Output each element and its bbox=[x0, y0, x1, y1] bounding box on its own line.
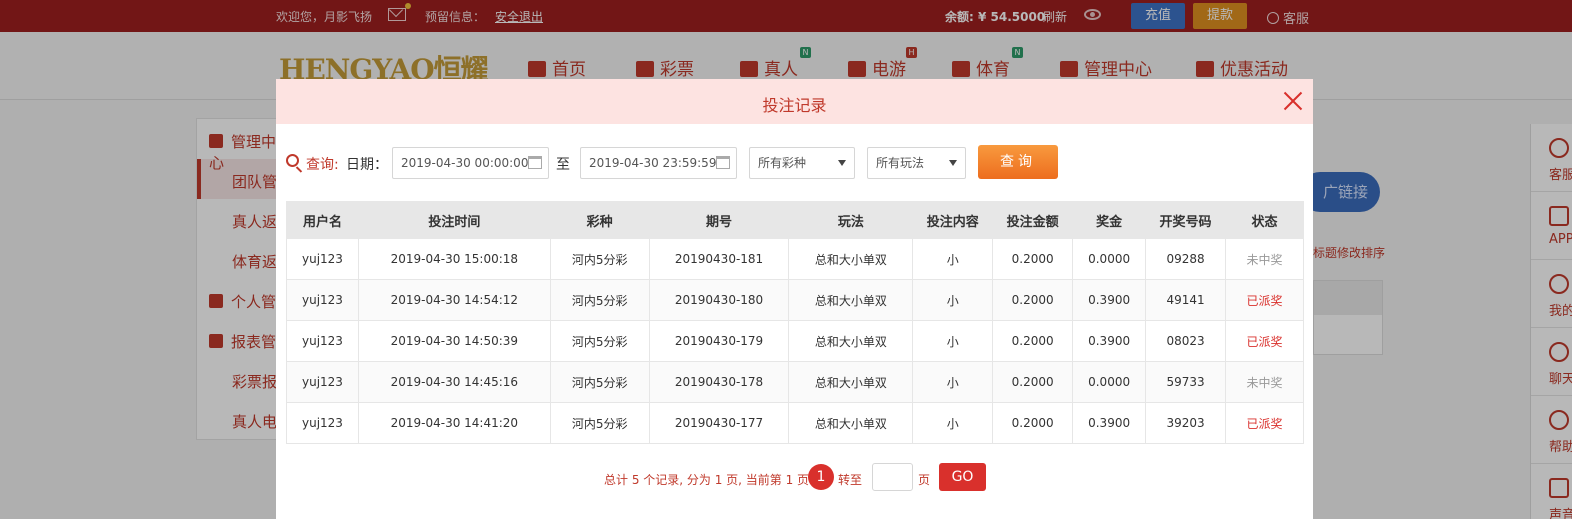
table-row: yuj123 2019-04-30 14:45:16 河内5分彩 20190430-1… bbox=[286, 361, 1304, 403]
table-cell: 0.3900 bbox=[1072, 402, 1147, 444]
query-label: 查询: bbox=[306, 157, 339, 173]
column-header: 奖金 bbox=[1072, 201, 1147, 239]
table-cell: yuj123 bbox=[286, 238, 359, 280]
table-cell: 总和大小单双 bbox=[788, 320, 914, 362]
calendar-icon[interactable] bbox=[528, 156, 542, 169]
modal-title: 投注记录 bbox=[762, 96, 827, 115]
table-row: yuj123 2019-04-30 15:00:18 河内5分彩 20190430-1… bbox=[286, 238, 1304, 280]
play-select-value: 所有玩法 bbox=[876, 156, 925, 170]
table-cell: 河内5分彩 bbox=[549, 361, 650, 403]
calendar-icon[interactable] bbox=[716, 156, 730, 169]
page-number-input[interactable] bbox=[872, 463, 913, 491]
table-cell: 39203 bbox=[1145, 402, 1227, 444]
date-label: 日期： bbox=[346, 157, 388, 173]
page-1-button[interactable]: 1 bbox=[808, 464, 834, 490]
column-header: 开奖号码 bbox=[1145, 201, 1227, 239]
table-cell: 已派奖 bbox=[1225, 279, 1304, 321]
table-cell: 总和大小单双 bbox=[788, 238, 914, 280]
table-cell: 09288 bbox=[1145, 238, 1227, 280]
table-cell: 2019-04-30 15:00:18 bbox=[357, 238, 551, 280]
column-header: 用户名 bbox=[286, 201, 359, 239]
table-cell: 未中奖 bbox=[1225, 238, 1304, 280]
column-header: 投注时间 bbox=[357, 201, 551, 239]
table-cell: 小 bbox=[912, 279, 994, 321]
table-cell: yuj123 bbox=[286, 402, 359, 444]
table-cell: yuj123 bbox=[286, 320, 359, 362]
query-button[interactable]: 查询 bbox=[978, 145, 1058, 179]
table-cell: 0.3900 bbox=[1072, 320, 1147, 362]
table-row: yuj123 2019-04-30 14:50:39 河内5分彩 20190430-1… bbox=[286, 320, 1304, 362]
column-header: 玩法 bbox=[788, 201, 914, 239]
table-cell: 2019-04-30 14:50:39 bbox=[357, 320, 551, 362]
table-cell: 49141 bbox=[1145, 279, 1227, 321]
table-header-row: 用户名 投注时间 彩种 期号 玩法 投注内容 投注金额 奖金 开奖号码 状态 bbox=[286, 201, 1304, 239]
table-row: yuj123 2019-04-30 14:54:12 河内5分彩 20190430-1… bbox=[286, 279, 1304, 321]
table-cell: 已派奖 bbox=[1225, 320, 1304, 362]
chevron-down-icon bbox=[838, 160, 846, 166]
table-cell: 08023 bbox=[1145, 320, 1227, 362]
column-header: 状态 bbox=[1225, 201, 1304, 239]
table-cell: 59733 bbox=[1145, 361, 1227, 403]
pagination-summary: 总计 5 个记录, 分为 1 页, 当前第 1 页 bbox=[604, 473, 810, 487]
modal-header: 投注记录 bbox=[276, 79, 1313, 124]
start-date-input[interactable]: 2019-04-30 00:00:00 bbox=[392, 147, 549, 179]
table-cell: 0.2000 bbox=[992, 402, 1074, 444]
table-cell: 河内5分彩 bbox=[549, 238, 650, 280]
table-cell: yuj123 bbox=[286, 361, 359, 403]
table-cell: 0.2000 bbox=[992, 361, 1074, 403]
column-header: 投注内容 bbox=[912, 201, 994, 239]
table-cell: 未中奖 bbox=[1225, 361, 1304, 403]
table-cell: 20190430-178 bbox=[648, 361, 790, 403]
column-header: 期号 bbox=[648, 201, 790, 239]
column-header: 彩种 bbox=[549, 201, 650, 239]
table-cell: 20190430-180 bbox=[648, 279, 790, 321]
table-cell: 0.3900 bbox=[1072, 279, 1147, 321]
table-cell: 河内5分彩 bbox=[549, 402, 650, 444]
table-cell: 2019-04-30 14:45:16 bbox=[357, 361, 551, 403]
table-cell: 总和大小单双 bbox=[788, 279, 914, 321]
table-cell: 0.2000 bbox=[992, 238, 1074, 280]
close-icon[interactable] bbox=[1283, 91, 1303, 111]
query-bar: 查询: 日期： 2019-04-30 00:00:00 至 2019-04-30… bbox=[286, 145, 1303, 179]
column-header: 投注金额 bbox=[992, 201, 1074, 239]
lottery-select[interactable]: 所有彩种 bbox=[749, 147, 855, 179]
go-button[interactable]: GO bbox=[939, 463, 986, 491]
table-cell: 河内5分彩 bbox=[549, 320, 650, 362]
table-cell: 小 bbox=[912, 361, 994, 403]
table-row: yuj123 2019-04-30 14:41:20 河内5分彩 20190430-1… bbox=[286, 402, 1304, 444]
table-cell: 小 bbox=[912, 402, 994, 444]
page-unit-label: 页 bbox=[918, 473, 931, 487]
table-cell: 总和大小单双 bbox=[788, 361, 914, 403]
search-icon bbox=[286, 154, 299, 167]
table-cell: 20190430-179 bbox=[648, 320, 790, 362]
goto-label: 转至 bbox=[838, 473, 863, 487]
start-date-value: 2019-04-30 00:00:00 bbox=[401, 156, 529, 170]
table-cell: 0.0000 bbox=[1072, 361, 1147, 403]
table-cell: 20190430-181 bbox=[648, 238, 790, 280]
to-label: 至 bbox=[556, 157, 570, 173]
table-cell: 2019-04-30 14:54:12 bbox=[357, 279, 551, 321]
table-cell: yuj123 bbox=[286, 279, 359, 321]
table-cell: 已派奖 bbox=[1225, 402, 1304, 444]
table-cell: 0.2000 bbox=[992, 279, 1074, 321]
table-cell: 0.2000 bbox=[992, 320, 1074, 362]
end-date-value: 2019-04-30 23:59:59 bbox=[589, 156, 717, 170]
table-cell: 小 bbox=[912, 238, 994, 280]
end-date-input[interactable]: 2019-04-30 23:59:59 bbox=[580, 147, 737, 179]
table-cell: 0.0000 bbox=[1072, 238, 1147, 280]
table-cell: 2019-04-30 14:41:20 bbox=[357, 402, 551, 444]
table-cell: 河内5分彩 bbox=[549, 279, 650, 321]
chevron-down-icon bbox=[949, 160, 957, 166]
lottery-select-value: 所有彩种 bbox=[758, 156, 807, 170]
play-select[interactable]: 所有玩法 bbox=[867, 147, 966, 179]
table-cell: 总和大小单双 bbox=[788, 402, 914, 444]
table-cell: 小 bbox=[912, 320, 994, 362]
pagination: 总计 5 个记录, 分为 1 页, 当前第 1 页 1 转至 页 GO bbox=[276, 463, 1313, 491]
bet-record-modal: 投注记录 查询: 日期： 2019-04-30 00:00:00 至 2019-… bbox=[276, 79, 1313, 519]
bet-record-table: 用户名 投注时间 彩种 期号 玩法 投注内容 投注金额 奖金 开奖号码 状态 y… bbox=[286, 201, 1304, 444]
table-cell: 20190430-177 bbox=[648, 402, 790, 444]
